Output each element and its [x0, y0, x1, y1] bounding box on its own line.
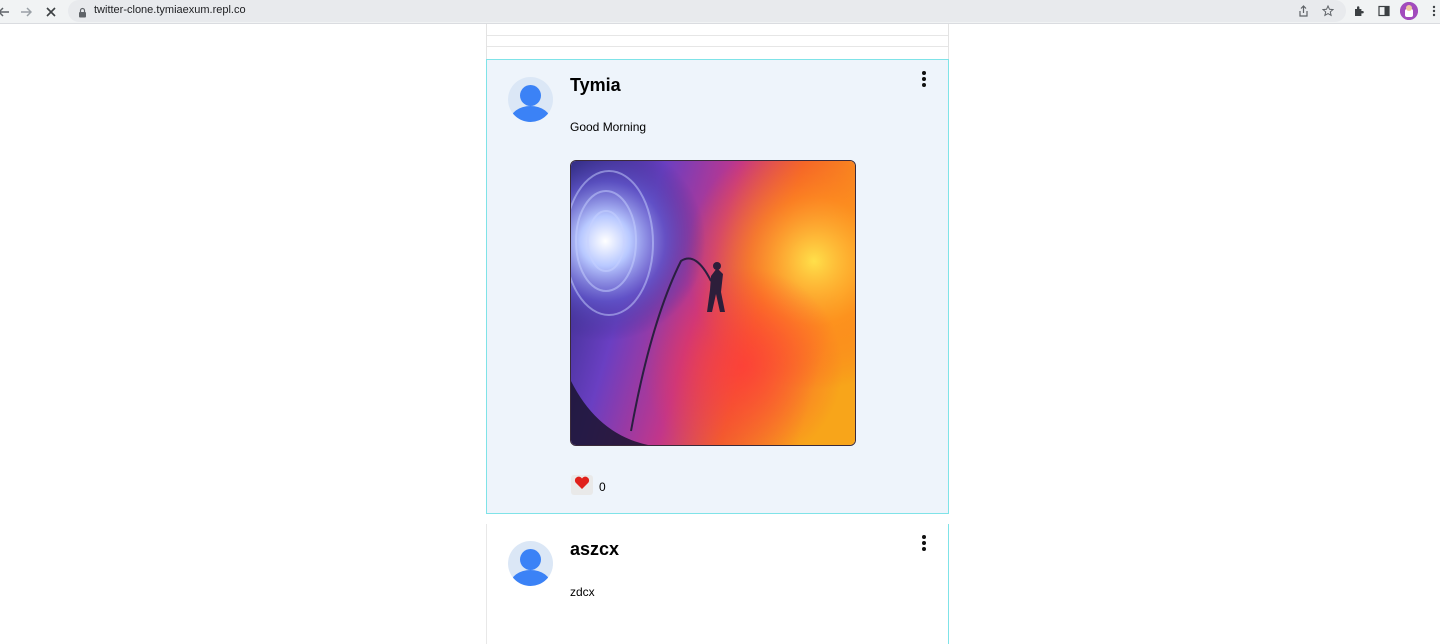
share-icon[interactable] [1295, 3, 1311, 19]
back-icon[interactable] [0, 2, 14, 22]
like-count: 0 [599, 480, 606, 494]
like-button[interactable] [571, 475, 593, 495]
profile-avatar-icon[interactable] [1400, 2, 1418, 20]
user-avatar-icon[interactable] [508, 77, 553, 122]
user-avatar-icon[interactable] [508, 541, 553, 586]
extensions-puzzle-icon[interactable] [1351, 3, 1367, 19]
divider [487, 46, 948, 47]
divider [487, 35, 948, 36]
lock-icon [78, 5, 87, 23]
tweet-card[interactable]: aszcx zdcx [486, 524, 949, 644]
more-options-icon[interactable] [917, 70, 931, 88]
tweet-image[interactable] [570, 160, 856, 446]
browser-menu-icon[interactable] [1426, 3, 1440, 19]
bookmark-star-icon[interactable] [1320, 3, 1336, 19]
stop-loading-icon[interactable] [41, 2, 61, 22]
side-panel-icon[interactable] [1376, 3, 1392, 19]
tweet-text: zdcx [570, 585, 595, 599]
heart-icon [574, 476, 590, 495]
more-options-icon[interactable] [917, 534, 931, 552]
tweet-card[interactable]: Tymia Good Morning 0 [486, 59, 949, 514]
tweet-author[interactable]: Tymia [570, 75, 621, 96]
browser-toolbar: twitter-clone.tymiaexum.repl.co [0, 0, 1440, 24]
url-text: twitter-clone.tymiaexum.repl.co [94, 4, 246, 16]
address-bar[interactable]: twitter-clone.tymiaexum.repl.co [68, 0, 1346, 22]
forward-icon[interactable] [16, 2, 36, 22]
tweet-text: Good Morning [570, 120, 647, 134]
feed-column: Tymia Good Morning 0 aszcx zdcx [486, 24, 949, 644]
previous-tweet-remnant [486, 24, 949, 59]
tweet-author[interactable]: aszcx [570, 539, 619, 560]
